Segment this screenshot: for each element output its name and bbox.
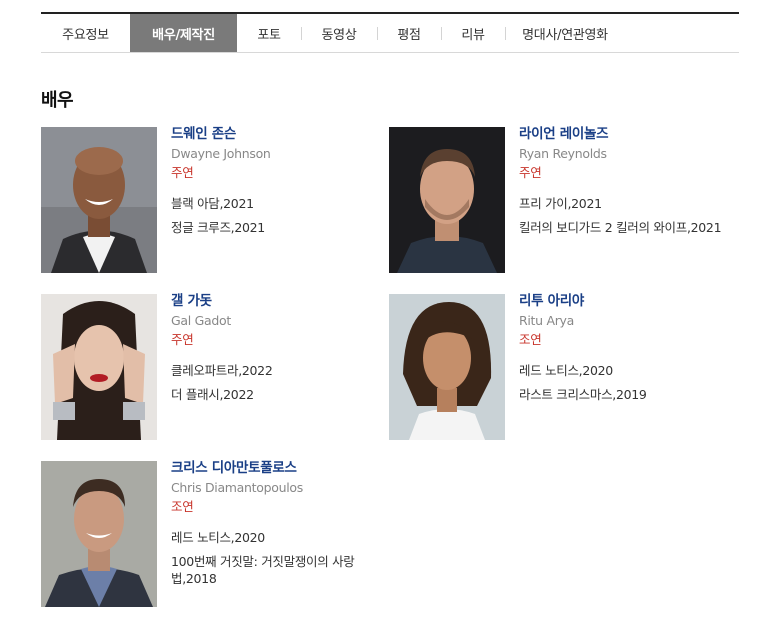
actor-photo[interactable] — [389, 294, 505, 440]
filmography-item[interactable]: 라스트 크리스마스,2019 — [519, 386, 737, 403]
tab-rating[interactable]: 평점 — [377, 14, 441, 52]
actor-photo[interactable] — [41, 294, 157, 440]
tab-main-info[interactable]: 주요정보 — [41, 14, 130, 52]
filmography-item[interactable]: 레드 노티스,2020 — [519, 362, 737, 379]
filmography-item[interactable]: 블랙 아담,2021 — [171, 195, 389, 212]
actor-name[interactable]: 라이언 레이놀즈 — [519, 124, 739, 144]
section-title: 배우 — [41, 90, 74, 111]
filmography-item[interactable]: 클레오파트라,2022 — [171, 362, 389, 379]
tab-bar: 주요정보 배우/제작진 포토 동영상 평점 리뷰 명대사/연관영화 — [41, 12, 739, 53]
filmography-item[interactable]: 레드 노티스,2020 — [171, 529, 389, 546]
actor-photo[interactable] — [41, 127, 157, 273]
actor-card: 라이언 레이놀즈 Ryan Reynolds 주연 프리 가이,2021 킬러의… — [389, 126, 729, 273]
actor-photo[interactable] — [41, 461, 157, 607]
filmography-item[interactable]: 킬러의 보디가드 2 킬러의 와이프,2021 — [519, 219, 737, 236]
tab-video[interactable]: 동영상 — [301, 14, 377, 52]
actor-role: 주연 — [171, 165, 194, 180]
cast-page: 주요정보 배우/제작진 포토 동영상 평점 리뷰 명대사/연관영화 배우 드웨인… — [41, 12, 739, 607]
tab-review[interactable]: 리뷰 — [441, 14, 505, 52]
actor-name-en: Dwayne Johnson — [171, 146, 271, 161]
actor-name[interactable]: 갤 가돗 — [171, 291, 391, 311]
actor-photo[interactable] — [389, 127, 505, 273]
actor-name[interactable]: 드웨인 존슨 — [171, 124, 391, 144]
tab-photo[interactable]: 포토 — [237, 14, 301, 52]
filmography-item[interactable]: 더 플래시,2022 — [171, 386, 389, 403]
actor-card: 리투 아리야 Ritu Arya 조연 레드 노티스,2020 라스트 크리스마… — [389, 293, 729, 440]
filmography-item[interactable]: 프리 가이,2021 — [519, 195, 737, 212]
filmography-item[interactable]: 정글 크루즈,2021 — [171, 219, 389, 236]
actor-name-en: Ryan Reynolds — [519, 146, 607, 161]
actor-role: 조연 — [519, 332, 542, 347]
actor-role: 주연 — [519, 165, 542, 180]
tab-quotes-related[interactable]: 명대사/연관영화 — [505, 14, 625, 52]
actor-name-en: Chris Diamantopoulos — [171, 480, 303, 495]
actor-role: 조연 — [171, 499, 194, 514]
actor-name-en: Ritu Arya — [519, 313, 575, 328]
actor-role: 주연 — [171, 332, 194, 347]
actor-name-en: Gal Gadot — [171, 313, 231, 328]
actor-card: 갤 가돗 Gal Gadot 주연 클레오파트라,2022 더 플래시,2022 — [41, 293, 381, 440]
actor-name[interactable]: 리투 아리야 — [519, 291, 739, 311]
filmography-item[interactable]: 100번째 거짓말: 거짓말쟁이의 사랑법,2018 — [171, 553, 389, 587]
actor-card: 드웨인 존슨 Dwayne Johnson 주연 블랙 아담,2021 정글 크… — [41, 126, 381, 273]
tab-cast-crew[interactable]: 배우/제작진 — [130, 14, 237, 52]
actor-card: 크리스 디아만토풀로스 Chris Diamantopoulos 조연 레드 노… — [41, 460, 381, 607]
actor-name[interactable]: 크리스 디아만토풀로스 — [171, 458, 391, 478]
